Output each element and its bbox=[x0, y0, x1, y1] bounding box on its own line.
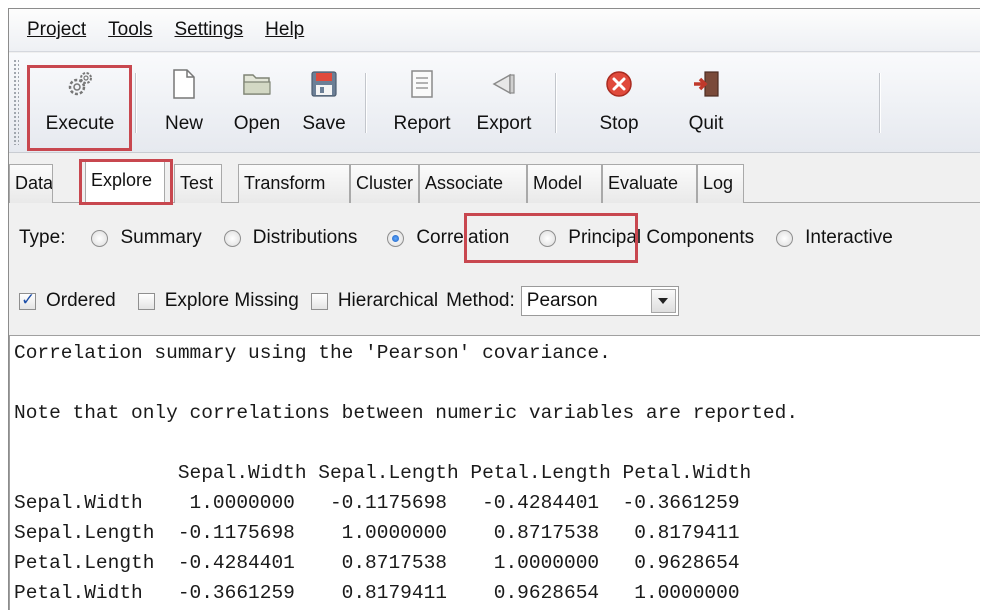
checkbox[interactable] bbox=[310, 292, 328, 310]
radio-principal-components[interactable]: Principal Components bbox=[539, 227, 754, 249]
explore-panel: Type: Summary Distributions Correlation … bbox=[9, 203, 980, 610]
options-row: Ordered Explore Missing Hierarchical Met… bbox=[19, 285, 679, 317]
correlation-row: Sepal.Width 1.0000000 -0.1175698 -0.4284… bbox=[14, 492, 740, 514]
radio-circle[interactable] bbox=[539, 229, 557, 247]
menu-bar: Project Tools Settings Help bbox=[9, 9, 980, 52]
export-icon bbox=[489, 69, 519, 99]
correlation-header: Sepal.Width Sepal.Length Petal.Length Pe… bbox=[14, 462, 752, 484]
menu-settings[interactable]: Settings bbox=[175, 19, 244, 41]
toolbar-separator bbox=[365, 73, 367, 133]
ordered-checkbox[interactable]: Ordered bbox=[19, 290, 116, 312]
gears-icon bbox=[65, 69, 95, 99]
checkbox[interactable] bbox=[137, 292, 155, 310]
output-line: Correlation summary using the 'Pearson' … bbox=[14, 342, 611, 364]
report-icon bbox=[407, 69, 437, 99]
radio-interactive[interactable]: Interactive bbox=[776, 227, 893, 249]
explore-missing-label: Explore Missing bbox=[164, 290, 299, 311]
tab-log[interactable]: Log bbox=[697, 164, 744, 203]
export-label: Export bbox=[476, 113, 532, 134]
radio-summary[interactable]: Summary bbox=[91, 227, 202, 249]
new-label: New bbox=[164, 113, 203, 134]
report-button[interactable]: Report bbox=[385, 53, 459, 153]
menu-tools[interactable]: Tools bbox=[108, 19, 152, 41]
radio-circle[interactable] bbox=[776, 229, 794, 247]
radio-summary-label: Summary bbox=[120, 227, 202, 248]
correlation-row: Petal.Length -0.4284401 0.8717538 1.0000… bbox=[14, 552, 740, 574]
stop-icon bbox=[604, 69, 634, 99]
type-label: Type: bbox=[19, 227, 66, 248]
floppy-disk-icon bbox=[309, 69, 339, 99]
radio-circle-selected[interactable] bbox=[387, 229, 405, 247]
tab-bar: Data Explore Test Transform Cluster Asso… bbox=[9, 154, 980, 204]
quit-label: Quit bbox=[688, 113, 724, 134]
correlation-row: Petal.Width -0.3661259 0.8179411 0.96286… bbox=[14, 582, 740, 604]
method-select[interactable]: Pearson bbox=[520, 286, 679, 316]
method-value: Pearson bbox=[526, 290, 598, 311]
dropdown-arrow-icon[interactable] bbox=[650, 289, 676, 313]
toolbar-separator bbox=[555, 73, 557, 133]
menu-help[interactable]: Help bbox=[265, 19, 304, 41]
radio-interactive-label: Interactive bbox=[805, 227, 893, 248]
quit-button[interactable]: Quit bbox=[671, 53, 741, 153]
new-document-icon bbox=[169, 69, 199, 99]
tab-data[interactable]: Data bbox=[9, 164, 53, 203]
method-label: Method: bbox=[446, 290, 515, 311]
hierarchical-label: Hierarchical bbox=[337, 290, 439, 311]
stop-label: Stop bbox=[599, 113, 639, 134]
radio-circle[interactable] bbox=[223, 229, 241, 247]
execute-button[interactable]: Execute bbox=[37, 53, 123, 153]
tab-evaluate[interactable]: Evaluate bbox=[602, 164, 697, 203]
rattle-window: Project Tools Settings Help Execute New … bbox=[8, 8, 980, 610]
toolbar-grip[interactable] bbox=[13, 59, 19, 145]
export-button[interactable]: Export bbox=[469, 53, 539, 153]
output-line: Note that only correlations between nume… bbox=[14, 402, 799, 424]
menu-project[interactable]: Project bbox=[27, 19, 86, 41]
radio-circle[interactable] bbox=[91, 229, 109, 247]
report-label: Report bbox=[393, 113, 451, 134]
save-label: Save bbox=[302, 113, 346, 134]
radio-distributions-label: Distributions bbox=[252, 227, 358, 248]
open-label: Open bbox=[233, 113, 281, 134]
checkbox-checked[interactable] bbox=[19, 290, 36, 310]
stop-button[interactable]: Stop bbox=[575, 53, 663, 153]
radio-distributions[interactable]: Distributions bbox=[223, 227, 358, 249]
ordered-label: Ordered bbox=[46, 290, 116, 311]
radio-correlation[interactable]: Correlation bbox=[387, 227, 509, 249]
tab-associate[interactable]: Associate bbox=[419, 164, 527, 203]
tab-explore[interactable]: Explore bbox=[85, 159, 165, 204]
correlation-row: Sepal.Length -0.1175698 1.0000000 0.8717… bbox=[14, 522, 740, 544]
open-button[interactable]: Open bbox=[227, 53, 287, 153]
execute-label: Execute bbox=[45, 113, 115, 134]
type-row: Type: Summary Distributions Correlation … bbox=[19, 223, 893, 253]
save-button[interactable]: Save bbox=[297, 53, 351, 153]
tab-cluster[interactable]: Cluster bbox=[350, 164, 419, 203]
folder-icon bbox=[242, 69, 272, 99]
toolbar-separator bbox=[135, 73, 137, 133]
hierarchical-checkbox[interactable]: Hierarchical bbox=[310, 290, 439, 312]
tab-test[interactable]: Test bbox=[174, 164, 222, 203]
radio-principal-components-label: Principal Components bbox=[568, 227, 755, 248]
toolbar: Execute New Open Save Report Export Stop… bbox=[9, 53, 980, 153]
toolbar-separator bbox=[879, 73, 881, 133]
output-textview[interactable]: Correlation summary using the 'Pearson' … bbox=[9, 335, 980, 610]
tab-transform[interactable]: Transform bbox=[238, 164, 350, 203]
radio-correlation-label: Correlation bbox=[416, 227, 510, 248]
explore-missing-checkbox[interactable]: Explore Missing bbox=[137, 290, 299, 312]
quit-door-icon bbox=[691, 69, 721, 99]
tab-model[interactable]: Model bbox=[527, 164, 602, 203]
new-button[interactable]: New bbox=[159, 53, 209, 153]
